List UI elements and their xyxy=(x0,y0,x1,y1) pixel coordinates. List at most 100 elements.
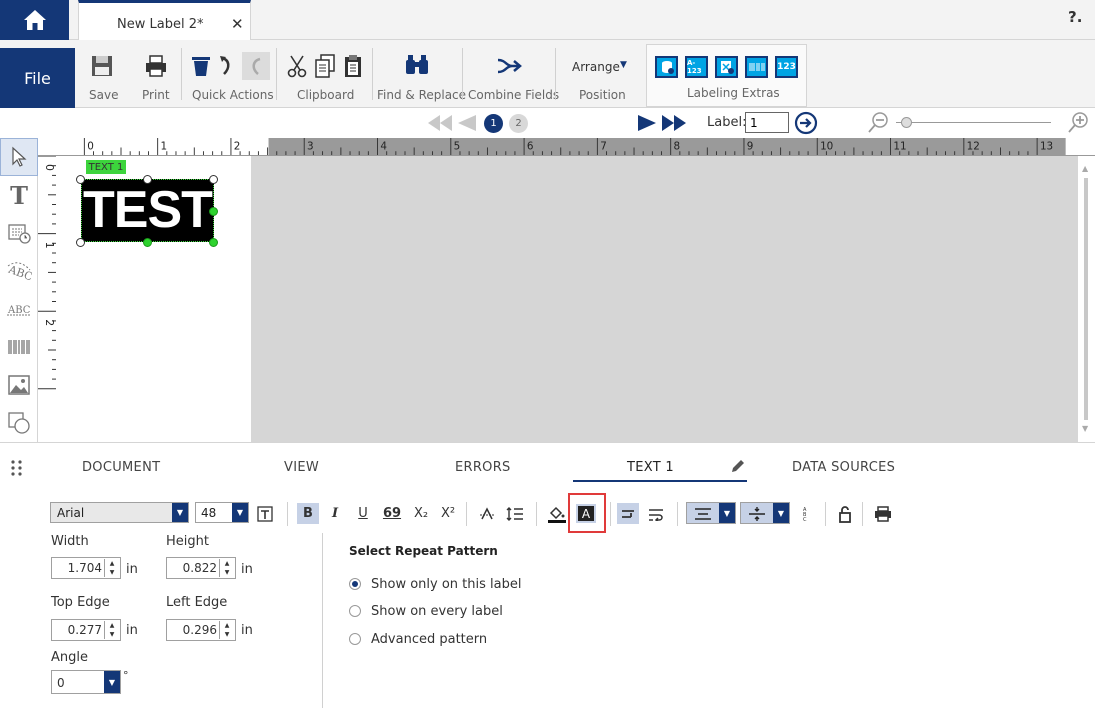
size-dropdown-chevron-icon: ▼ xyxy=(232,503,248,522)
zoom-slider-track[interactable] xyxy=(896,122,1051,123)
vertical-text-button[interactable]: ABC xyxy=(795,503,817,524)
resize-handle-top[interactable] xyxy=(143,175,152,184)
width-input[interactable]: 1.704 ▲ ▼ xyxy=(51,557,121,579)
zoom-slider-thumb[interactable] xyxy=(901,117,912,128)
zoom-in-icon[interactable] xyxy=(1066,111,1090,135)
find-replace-label: Find & Replace xyxy=(377,88,467,102)
resize-handle-right[interactable] xyxy=(209,207,218,216)
find-replace-button[interactable]: Find & Replace xyxy=(376,40,466,108)
angle-select[interactable]: 0 ▼ xyxy=(51,670,121,694)
tab-view[interactable]: VIEW xyxy=(284,460,319,475)
print-object-button[interactable] xyxy=(872,503,894,524)
delete-icon[interactable] xyxy=(190,54,212,78)
superscript-button[interactable]: X² xyxy=(437,503,459,524)
excel-import-icon[interactable] xyxy=(715,56,738,78)
curved-text-tool[interactable]: ABC xyxy=(0,252,38,290)
resize-handle-bottom-right[interactable] xyxy=(209,238,218,247)
font-size-select[interactable]: 48 ▼ xyxy=(195,502,249,523)
strike-text-button[interactable] xyxy=(476,503,498,524)
left-edge-spinner[interactable]: ▲ ▼ xyxy=(219,621,234,639)
print-button[interactable]: Print xyxy=(134,40,178,108)
word-wrap-button[interactable] xyxy=(645,503,667,524)
radio-label-show-only-this-label: Show only on this label xyxy=(371,577,522,592)
height-spinner[interactable]: ▲ ▼ xyxy=(219,559,234,577)
spin-down-icon: ▼ xyxy=(109,631,115,638)
resize-handle-top-right[interactable] xyxy=(209,175,218,184)
underline-button[interactable]: U xyxy=(352,503,374,524)
home-button[interactable] xyxy=(0,0,69,40)
radio-advanced-pattern[interactable] xyxy=(349,633,361,645)
ruler-label: 0 xyxy=(43,164,56,171)
paragraph-tool[interactable]: ABC xyxy=(0,290,38,328)
inverse-text-button[interactable]: A xyxy=(576,504,596,523)
left-edge-label: Left Edge xyxy=(166,595,228,610)
shape-tool[interactable] xyxy=(0,404,38,442)
top-edge-spinner[interactable]: ▲ ▼ xyxy=(104,621,119,639)
barcode-tool[interactable] xyxy=(0,328,38,366)
horizontal-align-select[interactable]: ▼ xyxy=(686,502,736,524)
scroll-down-icon[interactable]: ▼ xyxy=(1082,424,1088,433)
rotate-text-button[interactable]: 69 xyxy=(380,503,404,524)
width-spinner[interactable]: ▲ ▼ xyxy=(104,559,119,577)
ruler-label: 6 xyxy=(527,140,534,152)
zoom-out-icon[interactable] xyxy=(866,111,890,135)
text-flow-button[interactable] xyxy=(617,503,639,524)
next-last-arrows[interactable] xyxy=(636,113,688,133)
date-time-tool[interactable] xyxy=(0,214,38,252)
radio-show-only-this-label[interactable] xyxy=(349,578,361,590)
line-spacing-button[interactable] xyxy=(504,503,526,524)
undo-icon[interactable] xyxy=(218,54,234,78)
go-to-label-icon[interactable] xyxy=(794,111,818,135)
bold-button[interactable]: B xyxy=(297,503,319,524)
vertical-align-select[interactable]: ▼ xyxy=(740,502,790,524)
redo-button[interactable] xyxy=(242,52,270,80)
radio-show-every-label[interactable] xyxy=(349,605,361,617)
page-1-indicator[interactable]: 1 xyxy=(484,114,503,133)
paste-icon[interactable] xyxy=(342,54,364,78)
tab-data-sources[interactable]: DATA SOURCES xyxy=(792,460,895,475)
page-2-indicator[interactable]: 2 xyxy=(509,114,528,133)
close-tab-icon[interactable]: ✕ xyxy=(231,15,244,33)
cut-icon[interactable] xyxy=(286,54,308,78)
auto-fit-text-button[interactable] xyxy=(254,503,276,524)
ruler-label: 2 xyxy=(234,140,241,152)
combine-fields-button[interactable]: Combine Fields xyxy=(466,40,559,108)
serialize-number-icon[interactable]: 123 xyxy=(775,56,798,78)
resize-handle-bottom[interactable] xyxy=(143,238,152,247)
label-number-input[interactable] xyxy=(745,112,789,133)
select-tool[interactable] xyxy=(0,138,38,176)
document-tab[interactable]: New Label 2* ✕ xyxy=(78,0,251,41)
italic-button[interactable]: I xyxy=(324,503,346,524)
font-family-select[interactable]: Arial ▼ xyxy=(50,502,189,523)
first-previous-arrows[interactable] xyxy=(426,113,478,133)
tab-document[interactable]: DOCUMENT xyxy=(82,460,160,475)
arrange-dropdown[interactable]: Arrange xyxy=(572,60,620,74)
tab-text-1[interactable]: TEXT 1 xyxy=(627,460,674,475)
database-icon[interactable] xyxy=(655,56,678,78)
fill-color-button[interactable] xyxy=(546,503,568,524)
drag-handle-icon[interactable] xyxy=(10,459,24,477)
text-tool[interactable]: T xyxy=(0,176,38,214)
text-tool-icon: T xyxy=(10,180,28,210)
navigation-row xyxy=(0,108,1095,138)
resize-handle-top-left[interactable] xyxy=(76,175,85,184)
file-button[interactable]: File xyxy=(0,48,75,108)
serialized-barcode-icon[interactable] xyxy=(745,56,768,78)
edit-pencil-icon[interactable] xyxy=(730,458,746,474)
top-edge-input[interactable]: 0.277 ▲ ▼ xyxy=(51,619,121,641)
picture-tool[interactable] xyxy=(0,366,38,404)
serial-text-icon[interactable]: A-123 xyxy=(685,56,708,78)
vertical-scrollbar[interactable]: ▲ ▼ xyxy=(1078,156,1095,442)
save-button[interactable]: Save xyxy=(80,40,124,108)
help-button[interactable]: ?. xyxy=(1068,8,1082,26)
height-input[interactable]: 0.822 ▲ ▼ xyxy=(166,557,236,579)
left-edge-input[interactable]: 0.296 ▲ ▼ xyxy=(166,619,236,641)
ruler-label: 11 xyxy=(893,140,906,152)
scrollbar-thumb[interactable] xyxy=(1084,178,1088,420)
resize-handle-bottom-left[interactable] xyxy=(76,238,85,247)
copy-icon[interactable] xyxy=(314,54,336,78)
scroll-up-icon[interactable]: ▲ xyxy=(1082,164,1088,173)
subscript-button[interactable]: X₂ xyxy=(410,503,432,524)
tab-errors[interactable]: ERRORS xyxy=(455,460,511,475)
lock-button[interactable] xyxy=(834,503,856,524)
